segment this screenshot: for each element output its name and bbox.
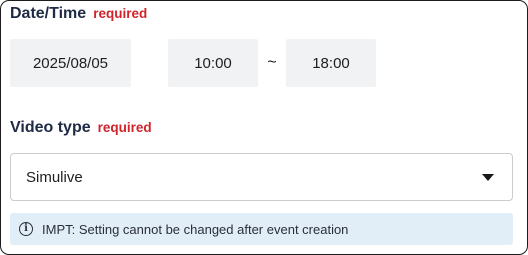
info-icon: i <box>19 222 33 236</box>
immutable-setting-notice: i IMPT: Setting cannot be changed after … <box>10 213 513 245</box>
end-time-field[interactable]: 18:00 <box>286 39 376 87</box>
video-type-required-tag: required <box>97 120 152 135</box>
datetime-required-tag: required <box>93 6 148 21</box>
date-field[interactable]: 2025/08/05 <box>10 39 131 87</box>
event-settings-panel: Date/Time required 2025/08/05 10:00 ~ 18… <box>0 0 528 255</box>
caret-down-icon[interactable] <box>482 174 494 181</box>
datetime-label: Date/Time <box>10 5 87 22</box>
video-type-select[interactable]: Simulive <box>10 153 513 201</box>
datetime-label-row: Date/Time required <box>10 5 147 23</box>
video-type-label-row: Video type required <box>10 119 152 137</box>
time-range-separator: ~ <box>267 54 277 71</box>
video-type-label: Video type <box>10 119 91 136</box>
notice-text: IMPT: Setting cannot be changed after ev… <box>42 221 349 237</box>
video-type-selected-value: Simulive <box>26 168 83 186</box>
start-time-field[interactable]: 10:00 <box>168 39 258 87</box>
